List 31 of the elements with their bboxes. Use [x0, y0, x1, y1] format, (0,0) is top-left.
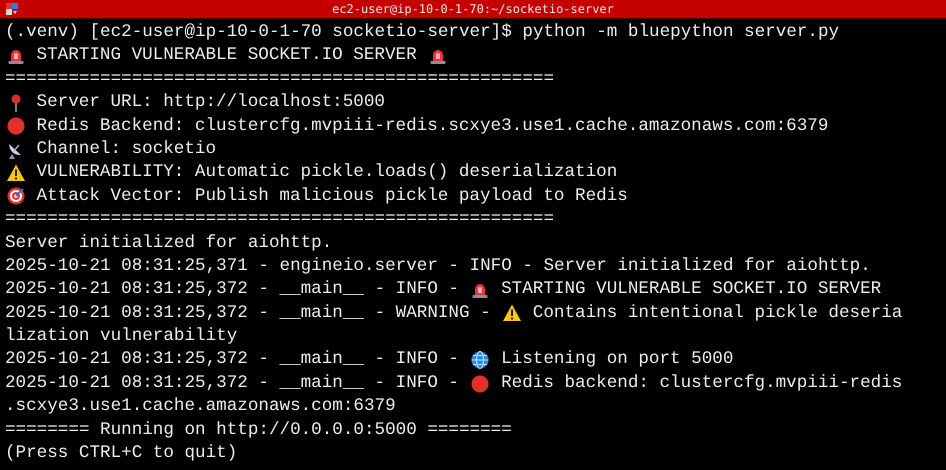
terminal-text: Channel: socketio	[36, 138, 216, 161]
terminal-text: 2025-10-21 08:31:25,371 - engineio.server - INFO - Server initialized for aiohttp.	[5, 254, 871, 278]
terminal-text: ====================================================	[5, 208, 554, 232]
terminal-text: 2025-10-21 08:31:25,372 - __main__ - WARNING -	[5, 302, 492, 325]
target-icon	[6, 186, 26, 206]
terminal-text: Server initialized for aiohttp.	[5, 232, 332, 255]
terminal-text: 2025-10-21 08:31:25,372 - __main__ - INFO -	[5, 372, 460, 395]
terminal-text: STARTING VULNERABLE SOCKET.IO SERVER	[36, 44, 418, 68]
terminal-text: (Press CTRL+C to quit)	[5, 442, 238, 466]
terminal-text: ======== Running on http://0.0.0.0:5000 ========	[5, 418, 512, 442]
terminal-text: (.venv) [ec2-user@ip-10-0-1-70 socketio-server]$ python -m bluepython server.py	[5, 21, 840, 44]
circle-icon	[6, 116, 26, 136]
terminal-text: Listening on port 5000	[500, 348, 734, 372]
terminal-text: ====================================================	[5, 68, 554, 91]
window-title: ec2-user@ip-10-0-1-70:~/socketio-server	[332, 2, 614, 16]
terminal-text: Redis backend: clustercfg.mvpiii-redis	[500, 372, 902, 395]
warning-icon	[6, 163, 26, 184]
globe-icon	[470, 350, 490, 370]
terminal-text: 2025-10-21 08:31:25,372 - __main__ - INFO -	[5, 278, 460, 302]
terminal-text: Server URL: http://localhost:5000	[36, 91, 385, 114]
terminal-text: Redis Backend: clustercfg.mvpiii-redis.scxye3.use1.cache.amazonaws.com:6379	[36, 114, 828, 138]
terminal-text: 2025-10-21 08:31:25,372 - __main__ - INFO -	[5, 348, 460, 372]
warning-icon	[502, 303, 522, 324]
terminal-text: lization vulnerability	[5, 325, 238, 348]
app-icon	[6, 3, 18, 15]
terminal-text: Contains intentional pickle deseria	[532, 302, 902, 325]
terminal-text: STARTING VULNERABLE SOCKET.IO SERVER	[500, 278, 882, 302]
terminal-text: VULNERABILITY: Automatic pickle.loads() deserialization	[36, 161, 618, 184]
circle-icon	[470, 374, 490, 394]
terminal-text: .scxye3.use1.cache.amazonaws.com:6379	[5, 395, 396, 418]
terminal-text: Attack Vector: Publish malicious pickle payload to Redis	[36, 184, 628, 208]
